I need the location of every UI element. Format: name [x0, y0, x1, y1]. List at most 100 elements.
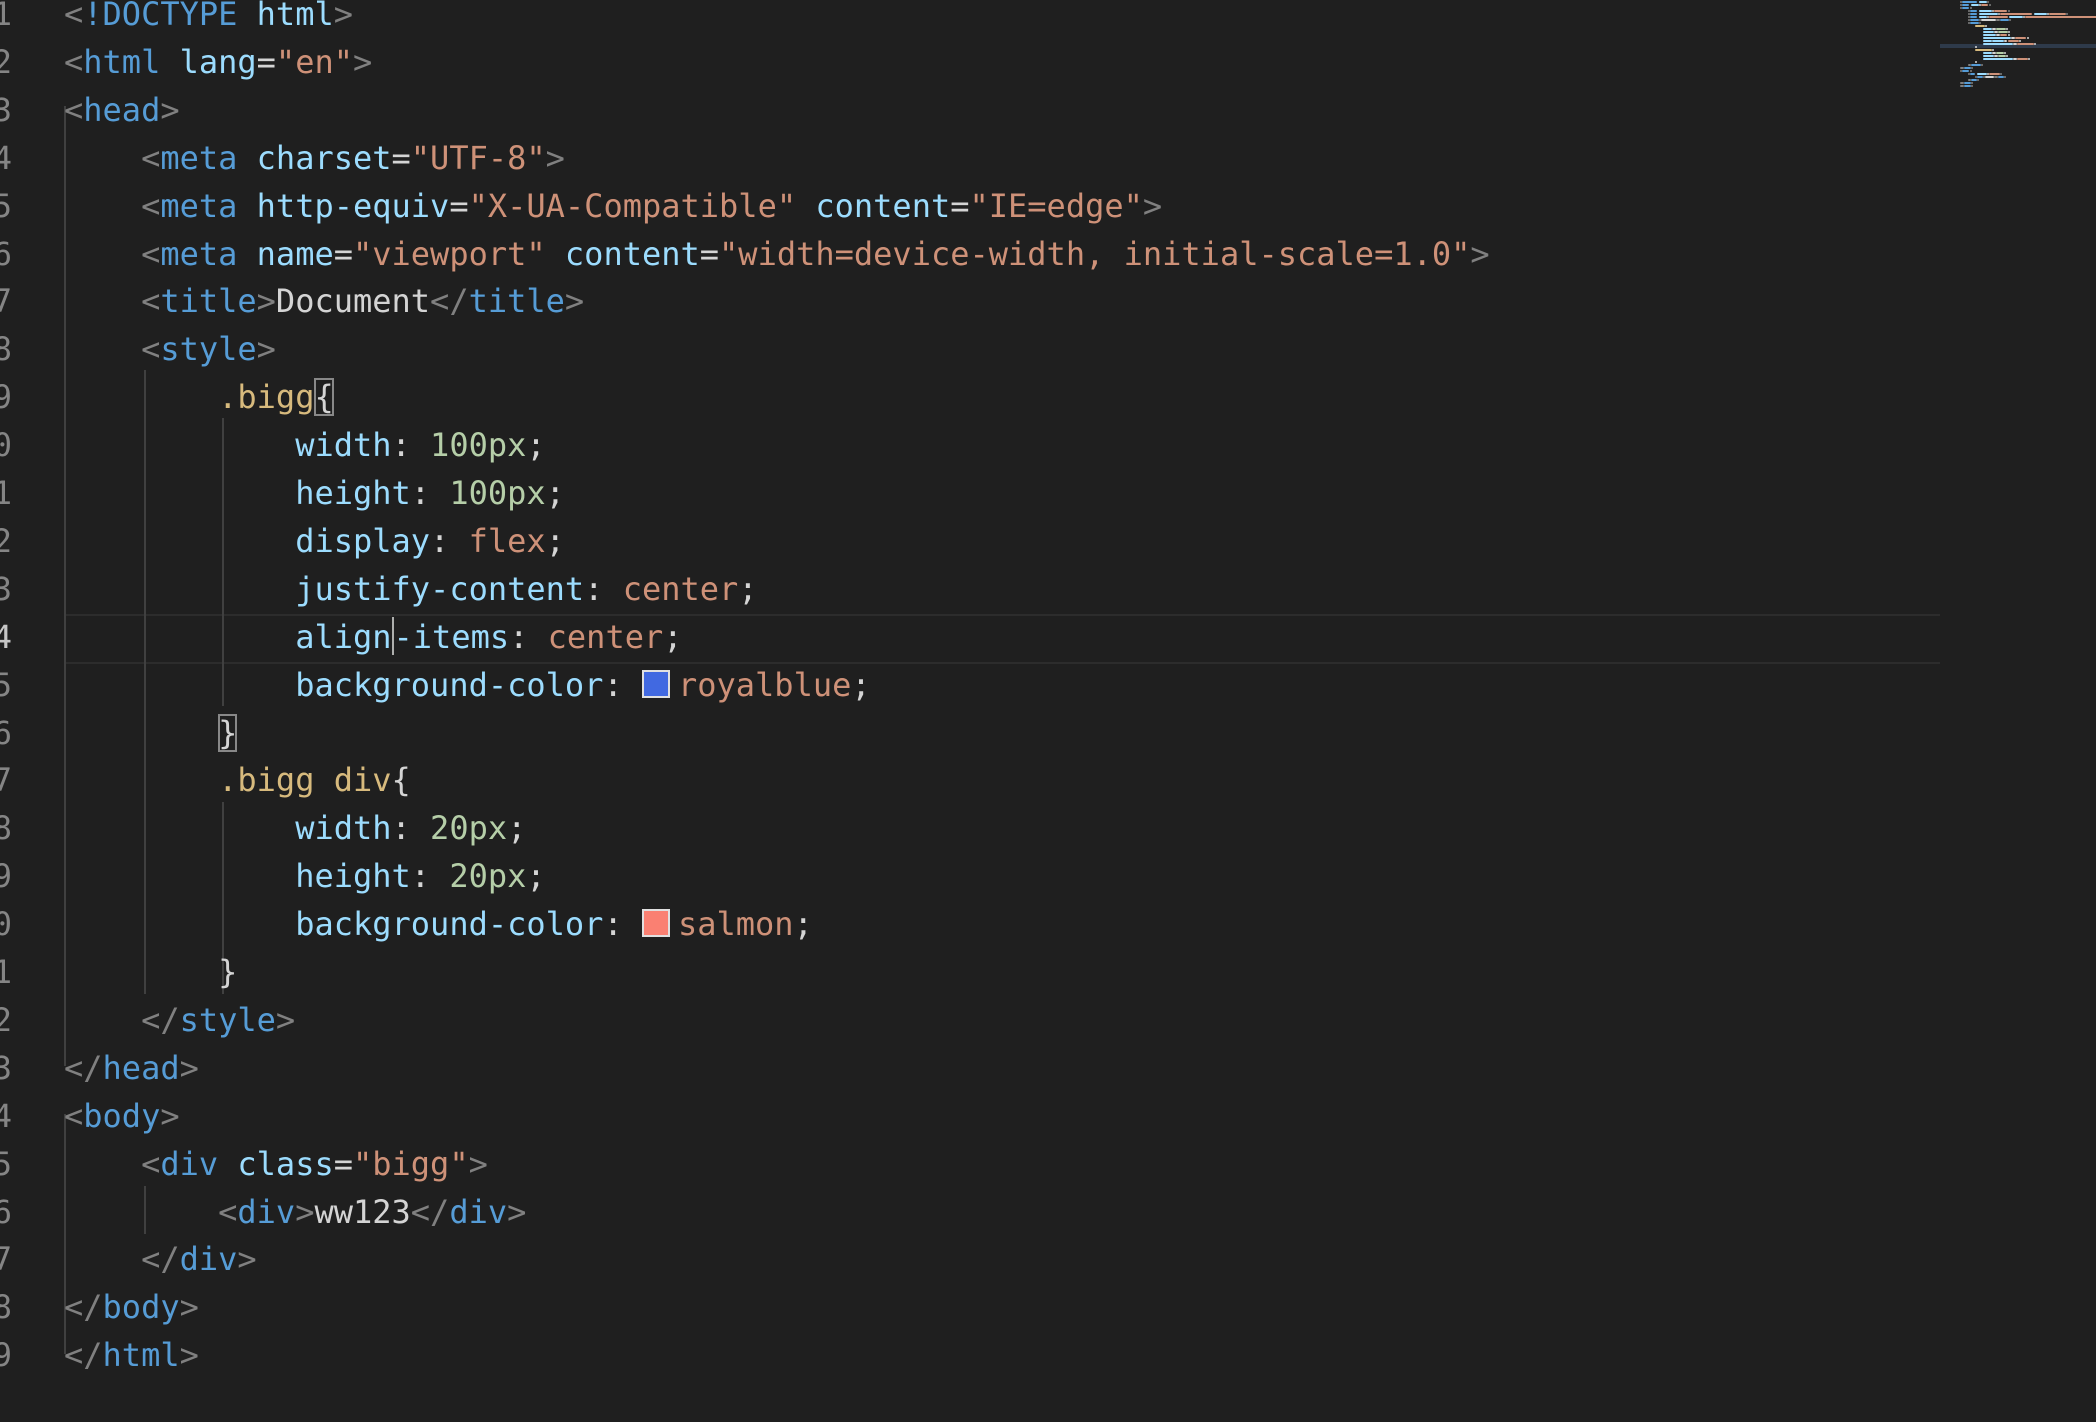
code-line[interactable]: <meta http-equiv="X-UA-Compatible" conte…: [64, 182, 1162, 230]
code-line[interactable]: </head>: [64, 1044, 199, 1092]
line-number: 1: [0, 0, 12, 33]
code-line[interactable]: align-items: center;: [64, 613, 683, 661]
code-line[interactable]: <meta name="viewport" content="width=dev…: [64, 230, 1490, 278]
color-swatch[interactable]: [641, 909, 670, 938]
code-token-prop: height: [295, 857, 411, 896]
minimap-token: [1977, 79, 1980, 81]
code-line[interactable]: </body>: [64, 1283, 199, 1331]
line-number: 19: [0, 857, 12, 896]
minimap-token: [1980, 4, 1989, 6]
line-number: 6: [0, 234, 12, 273]
line-number: 9: [0, 378, 12, 417]
minimap-token: [1992, 40, 2004, 42]
code-line[interactable]: <!DOCTYPE html>: [64, 0, 353, 38]
code-token-tag: meta: [160, 234, 238, 273]
code-area[interactable]: <!DOCTYPE html> <html lang="en"> <head> <m…: [64, 0, 1944, 1422]
line-number-gutter[interactable]: 1234567891011121314151617181920212223242…: [0, 0, 40, 1422]
code-line[interactable]: }: [64, 709, 238, 757]
code-token-txt: :: [410, 857, 450, 896]
line-number: 5: [0, 186, 12, 225]
minimap-token: [2015, 37, 2027, 39]
code-token-tag: meta: [160, 138, 238, 177]
code-token-val: center: [622, 569, 739, 608]
code-token-txt: ;: [851, 665, 871, 704]
minimap-token: [2026, 37, 2029, 39]
code-line[interactable]: <html lang="en">: [64, 38, 372, 86]
code-token-attr: content: [815, 186, 951, 225]
minimap-token: [2009, 19, 2012, 21]
minimap-token: [1977, 76, 1983, 78]
line-number: 21: [0, 953, 12, 991]
minimap-token: [1984, 76, 1995, 78]
code-line[interactable]: .bigg{: [64, 373, 334, 421]
code-token-txt: =: [333, 234, 353, 273]
code-token-txt: :: [391, 809, 431, 848]
code-line[interactable]: <body>: [64, 1092, 180, 1140]
code-token-punct: >: [333, 0, 353, 33]
code-line[interactable]: width: 20px;: [64, 804, 526, 852]
code-token-val: center: [547, 617, 664, 656]
line-number: 24: [0, 1096, 12, 1135]
minimap-token: [2007, 40, 2019, 42]
minimap-token: [1998, 31, 2008, 33]
minimap-token: [1998, 76, 2004, 78]
code-line[interactable]: background-color: royalblue;: [64, 661, 871, 709]
code-token-tag: div: [160, 1144, 219, 1183]
code-token-tag: div: [449, 1192, 508, 1231]
minimap-token: [2009, 16, 2023, 18]
code-line[interactable]: .bigg div{: [64, 756, 411, 804]
code-token-punct: <: [141, 282, 161, 321]
code-line[interactable]: </html>: [64, 1331, 199, 1379]
minimap-token: [1971, 82, 1974, 84]
code-token-tag: html: [102, 1336, 180, 1375]
minimap[interactable]: [1940, 0, 2096, 140]
code-line[interactable]: display: flex;: [64, 517, 565, 565]
code-token-str: "width=device-width, initial-scale=1.0": [719, 234, 1471, 273]
code-line[interactable]: <div>ww123</div>: [64, 1188, 526, 1236]
code-line[interactable]: <title>Document</title>: [64, 277, 584, 325]
code-token-brace: {: [391, 761, 411, 800]
code-line[interactable]: height: 20px;: [64, 852, 545, 900]
color-swatch[interactable]: [641, 669, 670, 698]
minimap-token: [1971, 64, 1981, 66]
minimap-token: [2017, 58, 2029, 60]
minimap-token: [1988, 73, 2000, 75]
minimap-token: [1996, 52, 2004, 54]
code-line[interactable]: </style>: [64, 996, 295, 1044]
minimap-token: [1982, 55, 1995, 57]
code-token-prop: justify-content: [295, 569, 585, 608]
code-token-brace: }: [218, 953, 238, 991]
code-line[interactable]: background-color: salmon;: [64, 900, 813, 948]
code-token-brace: {: [314, 378, 334, 417]
code-line[interactable]: justify-content: center;: [64, 565, 757, 613]
code-token-attr: charset: [256, 138, 392, 177]
code-line[interactable]: }: [64, 948, 237, 996]
code-editor[interactable]: 1234567891011121314151617181920212223242…: [0, 0, 2096, 1422]
code-line[interactable]: <style>: [64, 325, 276, 373]
code-line[interactable]: <head>: [64, 86, 180, 134]
code-line[interactable]: <div class="bigg">: [64, 1140, 488, 1188]
code-token-punct: <: [141, 330, 161, 369]
code-token-num: 20px: [430, 809, 508, 848]
line-number: 26: [0, 1192, 12, 1231]
code-line[interactable]: </div>: [64, 1235, 257, 1283]
code-line[interactable]: <meta charset="UTF-8">: [64, 134, 565, 182]
code-token-punct: >: [179, 1288, 199, 1327]
code-line[interactable]: height: 100px;: [64, 469, 565, 517]
code-token-txt: ;: [526, 426, 546, 465]
code-line[interactable]: width: 100px;: [64, 421, 546, 469]
code-token-val: flex: [468, 521, 546, 560]
code-token-txt: =: [449, 186, 469, 225]
minimap-token: [1969, 10, 1978, 12]
code-token-attr: http-equiv: [256, 186, 450, 225]
minimap-token: [1979, 16, 1987, 18]
code-token-tag: title: [160, 282, 257, 321]
code-token-sel: .bigg: [218, 378, 315, 417]
